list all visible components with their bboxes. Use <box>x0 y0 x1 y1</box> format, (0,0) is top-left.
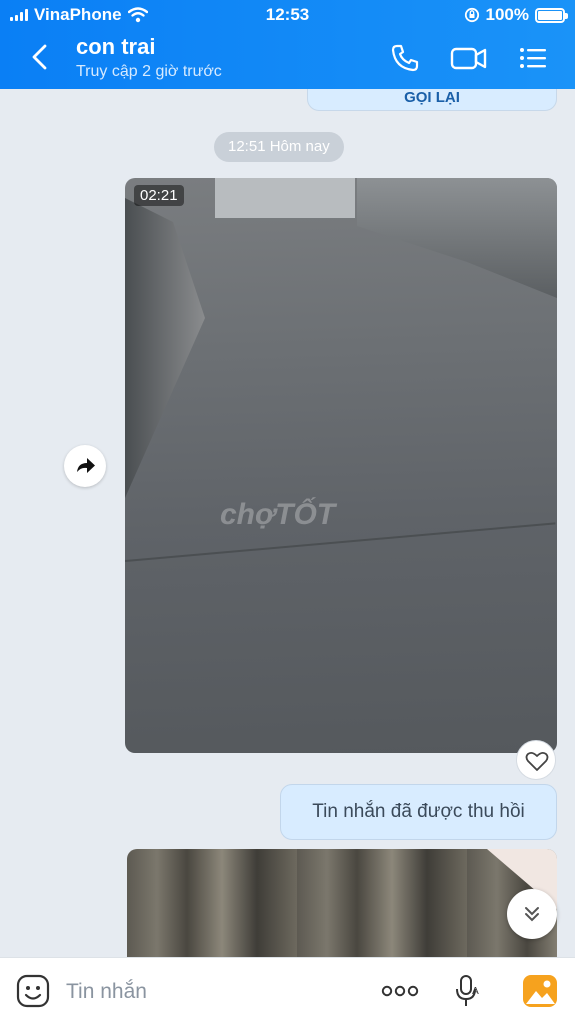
call-back-button[interactable]: GỌI LẠI <box>307 89 557 111</box>
recalled-message: Tin nhắn đã được thu hồi <box>280 784 557 840</box>
react-button[interactable] <box>516 740 556 780</box>
scroll-down-button[interactable] <box>507 889 557 939</box>
last-seen-status: Truy cập 2 giờ trước <box>76 63 222 80</box>
watermark: chợTỐT <box>220 498 336 531</box>
orientation-lock-icon <box>464 7 479 23</box>
heart-icon <box>525 751 549 771</box>
contact-name[interactable]: con trai <box>76 34 155 60</box>
phone-call-icon[interactable] <box>389 42 421 74</box>
forward-icon <box>77 458 95 473</box>
back-icon[interactable] <box>28 42 52 72</box>
timestamp-chip: 12:51 Hôm nay <box>214 132 344 162</box>
chat-header: VinaPhone 12:53 100% con trai Truy cập 2… <box>0 0 575 89</box>
video-message[interactable]: 02:21 chợTỐT <box>125 178 557 753</box>
status-bar: VinaPhone 12:53 100% <box>0 0 575 30</box>
battery-percent: 100% <box>485 5 529 24</box>
video-call-icon[interactable] <box>450 42 488 74</box>
menu-icon[interactable] <box>517 42 549 74</box>
video-background <box>357 178 557 298</box>
forward-button[interactable] <box>64 445 106 487</box>
more-icon[interactable] <box>380 978 420 1004</box>
chevron-double-down-icon <box>525 907 539 922</box>
video-background <box>125 198 205 498</box>
battery-info: 100% <box>464 5 568 25</box>
image-picker-icon[interactable] <box>522 974 558 1008</box>
video-background <box>125 522 556 562</box>
image-message[interactable] <box>127 849 557 957</box>
svg-text:A: A <box>472 986 479 997</box>
voice-input-icon[interactable]: A <box>454 974 482 1008</box>
message-input[interactable]: Tin nhắn <box>66 980 147 1004</box>
video-duration: 02:21 <box>134 185 184 206</box>
video-background <box>215 178 355 218</box>
sticker-icon[interactable] <box>16 974 50 1008</box>
battery-icon <box>535 7 568 23</box>
message-input-bar: Tin nhắn A <box>0 957 575 1024</box>
chat-messages[interactable]: GỌI LẠI 12:51 Hôm nay 02:21 chợTỐT Tin n… <box>0 89 575 957</box>
